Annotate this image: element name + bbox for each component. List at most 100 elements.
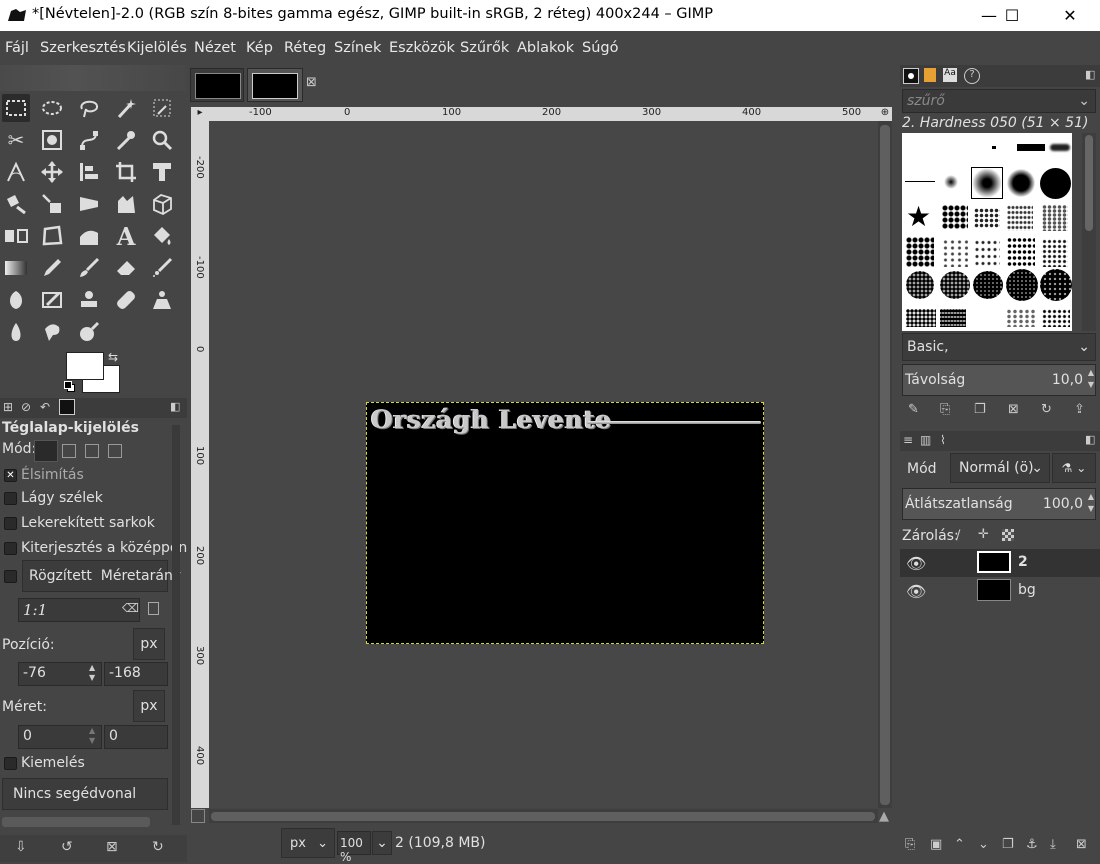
brush-item[interactable] [942, 239, 968, 267]
position-x-spin-icon[interactable]: ▲ ▼ [89, 663, 95, 683]
navigate-icon[interactable]: ▲ [879, 809, 889, 824]
delete-brush-icon[interactable]: ⊠ [1008, 402, 1019, 417]
reset-options-icon[interactable]: ↻ [152, 839, 164, 855]
brushes-tab-icon[interactable] [908, 73, 914, 79]
text-tool-icon[interactable]: A [112, 222, 140, 251]
brush-item[interactable] [1040, 168, 1071, 199]
brush-item[interactable] [973, 271, 1003, 299]
smudge-icon[interactable] [38, 318, 66, 346]
handle-transform-icon[interactable] [38, 190, 66, 218]
brush-item[interactable] [940, 271, 970, 299]
blur-icon[interactable] [2, 318, 30, 346]
close-tab-icon[interactable]: ⊠ [306, 75, 317, 90]
dock-menu-icon[interactable]: ◧ [1085, 68, 1095, 81]
expand-center-checkbox[interactable] [4, 542, 17, 555]
select-by-color-icon[interactable] [148, 94, 176, 122]
brush-item[interactable] [1050, 144, 1070, 151]
cage-transform-icon[interactable] [112, 190, 140, 218]
swap-colors-icon[interactable]: ⇆ [108, 350, 118, 364]
menu-help[interactable]: Súgó [582, 40, 618, 56]
brush-item[interactable] [1017, 144, 1045, 151]
brush-item[interactable] [942, 205, 968, 229]
brush-item[interactable] [974, 239, 1000, 267]
dodge-burn-icon[interactable] [75, 318, 103, 346]
brush-item[interactable] [940, 309, 966, 327]
lock-position-icon[interactable]: ✛ [978, 527, 989, 542]
channels-tab-icon[interactable]: ▥ [920, 433, 931, 447]
zoom-input[interactable]: 100 % [337, 831, 371, 864]
fonts-tab-icon[interactable]: Aa [943, 68, 957, 82]
opacity-spin-icon[interactable]: ▲ ▼ [1088, 491, 1094, 515]
mode-replace-icon[interactable] [34, 440, 58, 462]
dock-menu-icon[interactable]: ◧ [1085, 433, 1095, 446]
image-tab-2[interactable] [247, 68, 303, 102]
clear-ratio-icon[interactable]: ⌫ [122, 601, 139, 615]
paths-tab-icon[interactable]: ⌇ [940, 433, 946, 447]
size-w-spin-icon[interactable]: ▲ ▼ [89, 726, 95, 746]
vertical-scrollbar[interactable] [878, 121, 892, 808]
brush-item[interactable] [1040, 269, 1072, 301]
spacing-spin-icon[interactable]: ▲ ▼ [1088, 367, 1094, 391]
paintbrush-icon[interactable] [75, 254, 103, 282]
duplicate-layer-icon[interactable]: ❐ [1002, 837, 1014, 852]
clone-icon[interactable] [75, 286, 103, 314]
refresh-brushes-icon[interactable]: ↻ [1041, 402, 1052, 417]
menu-image[interactable]: Kép [246, 40, 273, 56]
images-tab-icon[interactable] [59, 399, 75, 415]
align-icon[interactable] [75, 158, 103, 186]
mode-intersect-icon[interactable] [108, 444, 122, 458]
layers-tab-icon[interactable]: ≡ [903, 433, 913, 447]
scissors-icon[interactable]: ✂ [2, 126, 30, 154]
antialias-checkbox[interactable]: ✕ [4, 469, 17, 482]
menu-file[interactable]: Fájl [5, 40, 29, 56]
cage-icon[interactable] [38, 222, 66, 250]
bucket-fill-icon[interactable] [148, 222, 176, 250]
mode-add-icon[interactable] [62, 444, 76, 458]
menu-select[interactable]: Kijelölés [127, 40, 187, 56]
lock-pixels-icon[interactable]: ∕ [956, 528, 960, 543]
unit-dropdown[interactable]: px ⌄ [281, 828, 335, 858]
color-picker-icon[interactable] [112, 126, 140, 154]
open-brush-icon[interactable]: ⇪ [1074, 402, 1085, 417]
gradient-icon[interactable] [2, 254, 30, 282]
horizontal-scrollbar[interactable] [209, 809, 878, 823]
size-unit-dropdown[interactable]: px [133, 690, 165, 722]
lower-layer-icon[interactable]: ⌄ [978, 837, 989, 852]
brush-item-selected[interactable] [971, 167, 1003, 199]
tool-options-tab-icon[interactable]: ⊞ [3, 400, 13, 414]
mode-subtract-icon[interactable] [85, 444, 99, 458]
delete-options-icon[interactable]: ⊠ [106, 839, 118, 855]
menu-colors[interactable]: Színek [334, 40, 381, 56]
brush-grid[interactable]: ★ [902, 133, 1072, 331]
anchor-layer-icon[interactable]: ⚓ [1026, 837, 1038, 852]
brush-item[interactable] [1042, 205, 1068, 231]
undo-history-tab-icon[interactable]: ↶ [40, 400, 50, 414]
brush-item[interactable] [1006, 309, 1036, 327]
feather-checkbox[interactable] [4, 492, 17, 505]
fuzzy-select-icon[interactable] [112, 94, 140, 122]
highlight-checkbox[interactable] [4, 757, 17, 770]
brush-item[interactable] [992, 146, 996, 149]
close-button[interactable]: ✕ [1047, 0, 1093, 31]
composite-mode-dropdown[interactable]: ⚗ ⌄ [1052, 453, 1096, 483]
warp-transform-icon[interactable] [2, 190, 30, 218]
pencil-icon[interactable] [38, 254, 66, 282]
brush-item[interactable] [906, 237, 934, 267]
tool-options-vscroll[interactable] [172, 425, 180, 825]
maximize-button[interactable]: ☐ [989, 0, 1035, 31]
merge-layer-icon[interactable]: ⤓ [1050, 837, 1056, 852]
brush-item[interactable] [1007, 237, 1035, 267]
brush-grid-scrollbar[interactable] [1082, 133, 1096, 331]
new-brush-icon[interactable]: ⎘ [940, 402, 950, 417]
eraser-icon[interactable] [112, 254, 140, 282]
opacity-slider[interactable]: Átlátszatlanság 100,0 ▲ ▼ [902, 488, 1096, 520]
edit-brush-icon[interactable]: ✎ [908, 402, 919, 417]
zoom-icon[interactable] [148, 126, 176, 154]
default-colors-icon[interactable] [64, 381, 75, 392]
ratio-options-icon[interactable] [148, 602, 159, 615]
brush-item[interactable] [906, 271, 934, 299]
delete-layer-icon[interactable]: ⊠ [1076, 837, 1087, 852]
flip-icon[interactable] [2, 222, 30, 250]
ellipse-select-icon[interactable] [38, 94, 66, 122]
menu-tools[interactable]: Eszközök [389, 40, 455, 56]
